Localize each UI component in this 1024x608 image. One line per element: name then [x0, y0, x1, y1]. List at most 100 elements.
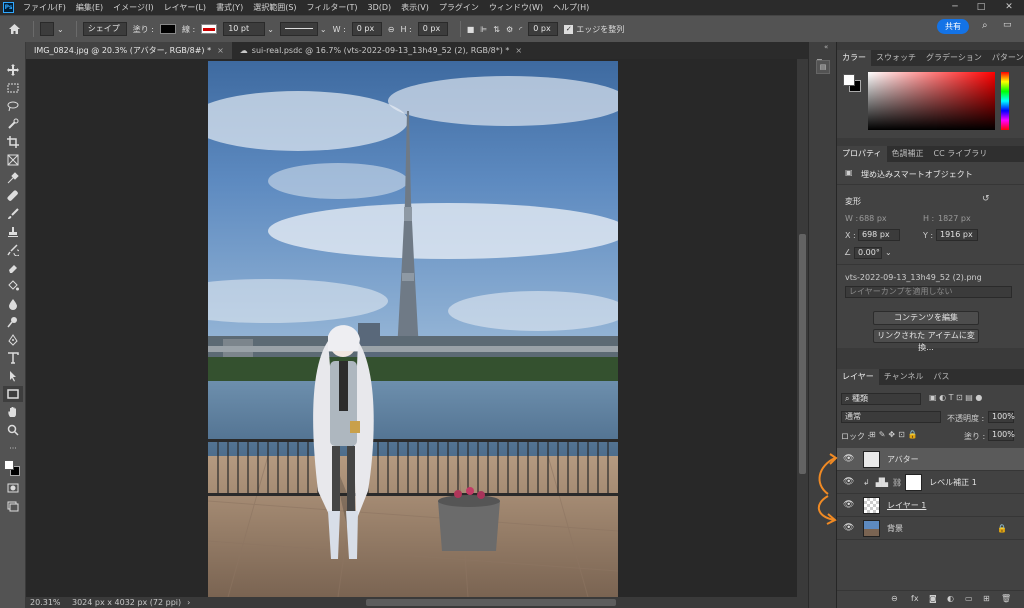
menu-view[interactable]: 表示(V)	[396, 2, 434, 13]
add-mask-icon[interactable]: ◙	[929, 594, 937, 603]
tool-preset-picker[interactable]: ⌄	[40, 22, 64, 36]
layer-name[interactable]: レイヤー 1	[887, 500, 926, 511]
tab-swatches[interactable]: スウォッチ	[871, 50, 921, 66]
menu-help[interactable]: ヘルプ(H)	[548, 2, 594, 13]
menu-layer[interactable]: レイヤー(L)	[159, 2, 211, 13]
tab-paths[interactable]: パス	[929, 369, 955, 385]
rectangle-tool-icon[interactable]	[3, 386, 23, 402]
gear-icon[interactable]: ⚙	[506, 25, 513, 34]
canvas-area[interactable]	[26, 59, 808, 597]
new-group-icon[interactable]: ▭	[965, 594, 973, 603]
crop-tool-icon[interactable]	[3, 134, 23, 150]
y-input[interactable]: 1916 px	[936, 229, 978, 241]
layer-comp-select[interactable]: レイヤーカンプを適用しない	[845, 286, 1012, 298]
stroke-width-input[interactable]: 10 pt ⌄	[223, 22, 274, 36]
menu-select[interactable]: 選択範囲(S)	[248, 2, 301, 13]
move-tool-icon[interactable]	[3, 62, 23, 78]
hand-tool-icon[interactable]	[3, 404, 23, 420]
fill-input[interactable]: 100%	[988, 429, 1015, 441]
type-tool-icon[interactable]	[3, 350, 23, 366]
paint-bucket-tool-icon[interactable]	[3, 278, 23, 294]
layer-name[interactable]: レベル補正 1	[929, 477, 977, 488]
fx-icon[interactable]: fx	[911, 594, 919, 603]
blur-tool-icon[interactable]	[3, 296, 23, 312]
more-tools-icon[interactable]: ···	[3, 440, 23, 456]
hue-slider[interactable]	[1001, 72, 1009, 130]
x-input[interactable]: 698 px	[858, 229, 900, 241]
foreground-color-chip[interactable]	[843, 74, 855, 86]
eraser-tool-icon[interactable]	[3, 260, 23, 276]
maximize-icon[interactable]: □	[970, 0, 992, 15]
link-layers-icon[interactable]: ⊖	[891, 594, 898, 603]
tab-channels[interactable]: チャンネル	[879, 369, 929, 385]
layer-name[interactable]: アバター	[887, 454, 919, 465]
align-edges-checkbox[interactable]: ✓ エッジを整列	[564, 24, 624, 35]
tab-cc-libraries[interactable]: CC ライブラリ	[929, 146, 993, 162]
collapse-icon[interactable]: «	[824, 43, 828, 51]
brush-tool-icon[interactable]	[3, 206, 23, 222]
workspace-icon[interactable]: ▭	[1003, 20, 1012, 30]
path-operations-icon[interactable]: ■	[467, 25, 475, 34]
tab-img-0824[interactable]: IMG_0824.jpg @ 20.3% (アバター, RGB/8#) * ×	[26, 42, 232, 59]
width-input[interactable]: 0 px	[351, 22, 382, 36]
screen-mode-icon[interactable]	[3, 498, 23, 514]
history-brush-tool-icon[interactable]	[3, 242, 23, 258]
angle-input[interactable]: 0.00°	[854, 247, 882, 259]
search-icon[interactable]: ⌕	[982, 20, 988, 31]
pen-tool-icon[interactable]	[3, 332, 23, 348]
marquee-tool-icon[interactable]	[3, 80, 23, 96]
path-selection-tool-icon[interactable]	[3, 368, 23, 384]
filter-icons[interactable]: ▣ ◐ T ⊡ ▤ ●	[929, 393, 982, 402]
layer-row-avatar[interactable]: 👁 アバター	[837, 448, 1024, 471]
vertical-scroll-thumb[interactable]	[799, 234, 806, 474]
home-icon[interactable]	[8, 23, 21, 35]
eyedropper-tool-icon[interactable]	[3, 170, 23, 186]
menu-filter[interactable]: フィルター(T)	[302, 2, 363, 13]
foreground-color-swatch[interactable]	[4, 460, 14, 470]
layer-row-layer-1[interactable]: 👁 レイヤー 1	[837, 494, 1024, 517]
layer-row-background[interactable]: 👁 背景 🔒	[837, 517, 1024, 540]
document-canvas[interactable]	[208, 61, 618, 597]
menu-edit[interactable]: 編集(E)	[71, 2, 108, 13]
adjustment-layer-icon[interactable]: ◐	[947, 594, 954, 603]
vertical-scrollbar[interactable]	[797, 59, 808, 597]
menu-3d[interactable]: 3D(D)	[363, 3, 397, 12]
opacity-input[interactable]: 100%	[988, 411, 1015, 423]
menu-window[interactable]: ウィンドウ(W)	[484, 2, 548, 13]
menu-plugins[interactable]: プラグイン	[434, 2, 484, 13]
fill-swatch[interactable]	[159, 24, 176, 34]
layer-name[interactable]: 背景	[887, 523, 903, 534]
menu-file[interactable]: ファイル(F)	[18, 2, 71, 13]
lasso-tool-icon[interactable]	[3, 98, 23, 114]
layer-filter-select[interactable]: ⌕ 種類	[841, 393, 921, 405]
color-field[interactable]	[868, 72, 995, 130]
blend-mode-select[interactable]: 通常	[841, 411, 941, 423]
frame-tool-icon[interactable]	[3, 152, 23, 168]
trash-icon[interactable]: 🗑	[1001, 594, 1011, 603]
reset-icon[interactable]: ↺	[982, 194, 990, 204]
color-swatches[interactable]	[4, 460, 21, 477]
dodge-tool-icon[interactable]	[3, 314, 23, 330]
path-arrangement-icon[interactable]: ⇅	[493, 25, 500, 34]
stroke-type-select[interactable]: ⌄	[279, 22, 327, 36]
corner-radius-input[interactable]: 0 px	[528, 22, 559, 36]
lock-icons[interactable]: ⊞✎✥⊡🔒	[869, 430, 921, 439]
minimize-icon[interactable]: ─	[944, 0, 966, 15]
layer-mask-thumbnail[interactable]	[905, 473, 923, 491]
zoom-level[interactable]: 20.31%	[30, 598, 64, 607]
edit-contents-button[interactable]: コンテンツを編集	[873, 311, 979, 325]
path-alignment-icon[interactable]: ⊫	[480, 25, 487, 34]
tab-patterns[interactable]: パターン	[987, 50, 1024, 66]
tab-gradients[interactable]: グラデーション	[921, 50, 987, 66]
close-icon[interactable]: ×	[217, 42, 224, 59]
menu-image[interactable]: イメージ(I)	[108, 2, 158, 13]
close-icon[interactable]: ✕	[998, 0, 1020, 15]
tab-sui-real[interactable]: ☁ sui-real.psdc @ 16.7% (vts-2022-09-13_1…	[232, 42, 530, 59]
clone-stamp-tool-icon[interactable]	[3, 224, 23, 240]
shape-mode-select[interactable]: シェイプ	[82, 22, 127, 36]
share-button[interactable]: 共有	[937, 19, 969, 34]
convert-to-linked-button[interactable]: リンクされた アイテムに変換...	[873, 329, 979, 352]
new-layer-icon[interactable]: ⊞	[983, 594, 990, 603]
chevron-right-icon[interactable]: ›	[187, 598, 190, 607]
layer-row-levels[interactable]: 👁 ↲ ▟▙ ⛓ レベル補正 1	[837, 471, 1024, 494]
